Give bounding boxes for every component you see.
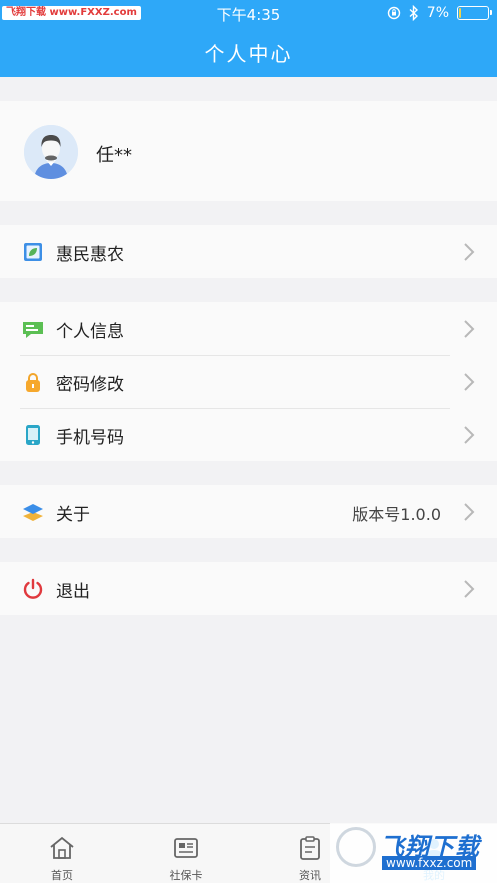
lock-icon [26,373,40,392]
menu-item-about[interactable]: 关于 版本号1.0.0 [0,485,497,538]
battery-icon [457,6,492,20]
profile-card[interactable]: 任** [0,101,497,201]
status-indicators: 7% [387,4,492,22]
chevron-right-icon [464,243,475,261]
menu-item-huimin[interactable]: 惠民惠农 [0,225,497,278]
menu-label: 手机号码 [56,428,124,448]
menu-label: 密码修改 [56,375,124,395]
battery-percent: 7% [426,5,449,21]
card-icon [174,838,198,858]
tab-social-card[interactable]: 社保卡 [124,824,248,883]
status-bar: 飞翔下载 www.FXXZ.com 下午4:35 7% [0,0,497,26]
power-icon [23,578,43,599]
avatar-person-icon [24,125,78,179]
rotation-lock-icon [387,6,400,20]
menu-label: 个人信息 [56,322,124,342]
chevron-right-icon [464,373,475,391]
clipboard-icon [300,836,320,860]
menu-group-benefits: 惠民惠农 [0,225,497,278]
tab-label: 社保卡 [169,869,203,882]
avatar[interactable] [24,125,78,179]
menu-item-phone[interactable]: 手机号码 [0,408,497,461]
phone-icon [26,425,40,445]
tab-home[interactable]: 首页 [0,824,124,883]
profile-name: 任** [96,145,132,166]
brand-url: www.fxxz.com [382,856,477,870]
header-bar: 飞翔下载 www.FXXZ.com 下午4:35 7% 个人中心 [0,0,497,77]
home-icon [50,836,74,859]
menu-label: 关于 [56,505,90,525]
menu-label: 退出 [56,582,90,602]
menu-item-logout[interactable]: 退出 [0,562,497,615]
menu-group-account: 个人信息 密码修改 手机号码 [0,302,497,461]
chevron-right-icon [464,503,475,521]
battery-level [459,8,461,18]
brand-logo [336,827,376,867]
leaf-card-icon [24,243,42,261]
menu-group-logout: 退出 [0,562,497,615]
chevron-right-icon [464,580,475,598]
bluetooth-icon [409,5,418,21]
id-card-icon [23,322,43,338]
menu-item-personal-info[interactable]: 个人信息 [0,302,497,355]
menu-label: 惠民惠农 [56,245,124,265]
page-title: 个人中心 [204,42,293,66]
tab-label: 首页 [51,869,73,882]
version-value: 版本号1.0.0 [352,505,441,524]
brand-watermark: 飞翔下载 www.fxxz.com [330,823,497,883]
chevron-right-icon [464,426,475,444]
menu-group-about: 关于 版本号1.0.0 [0,485,497,538]
chevron-right-icon [464,320,475,338]
menu-item-password[interactable]: 密码修改 [0,355,497,408]
layers-icon [23,504,43,521]
